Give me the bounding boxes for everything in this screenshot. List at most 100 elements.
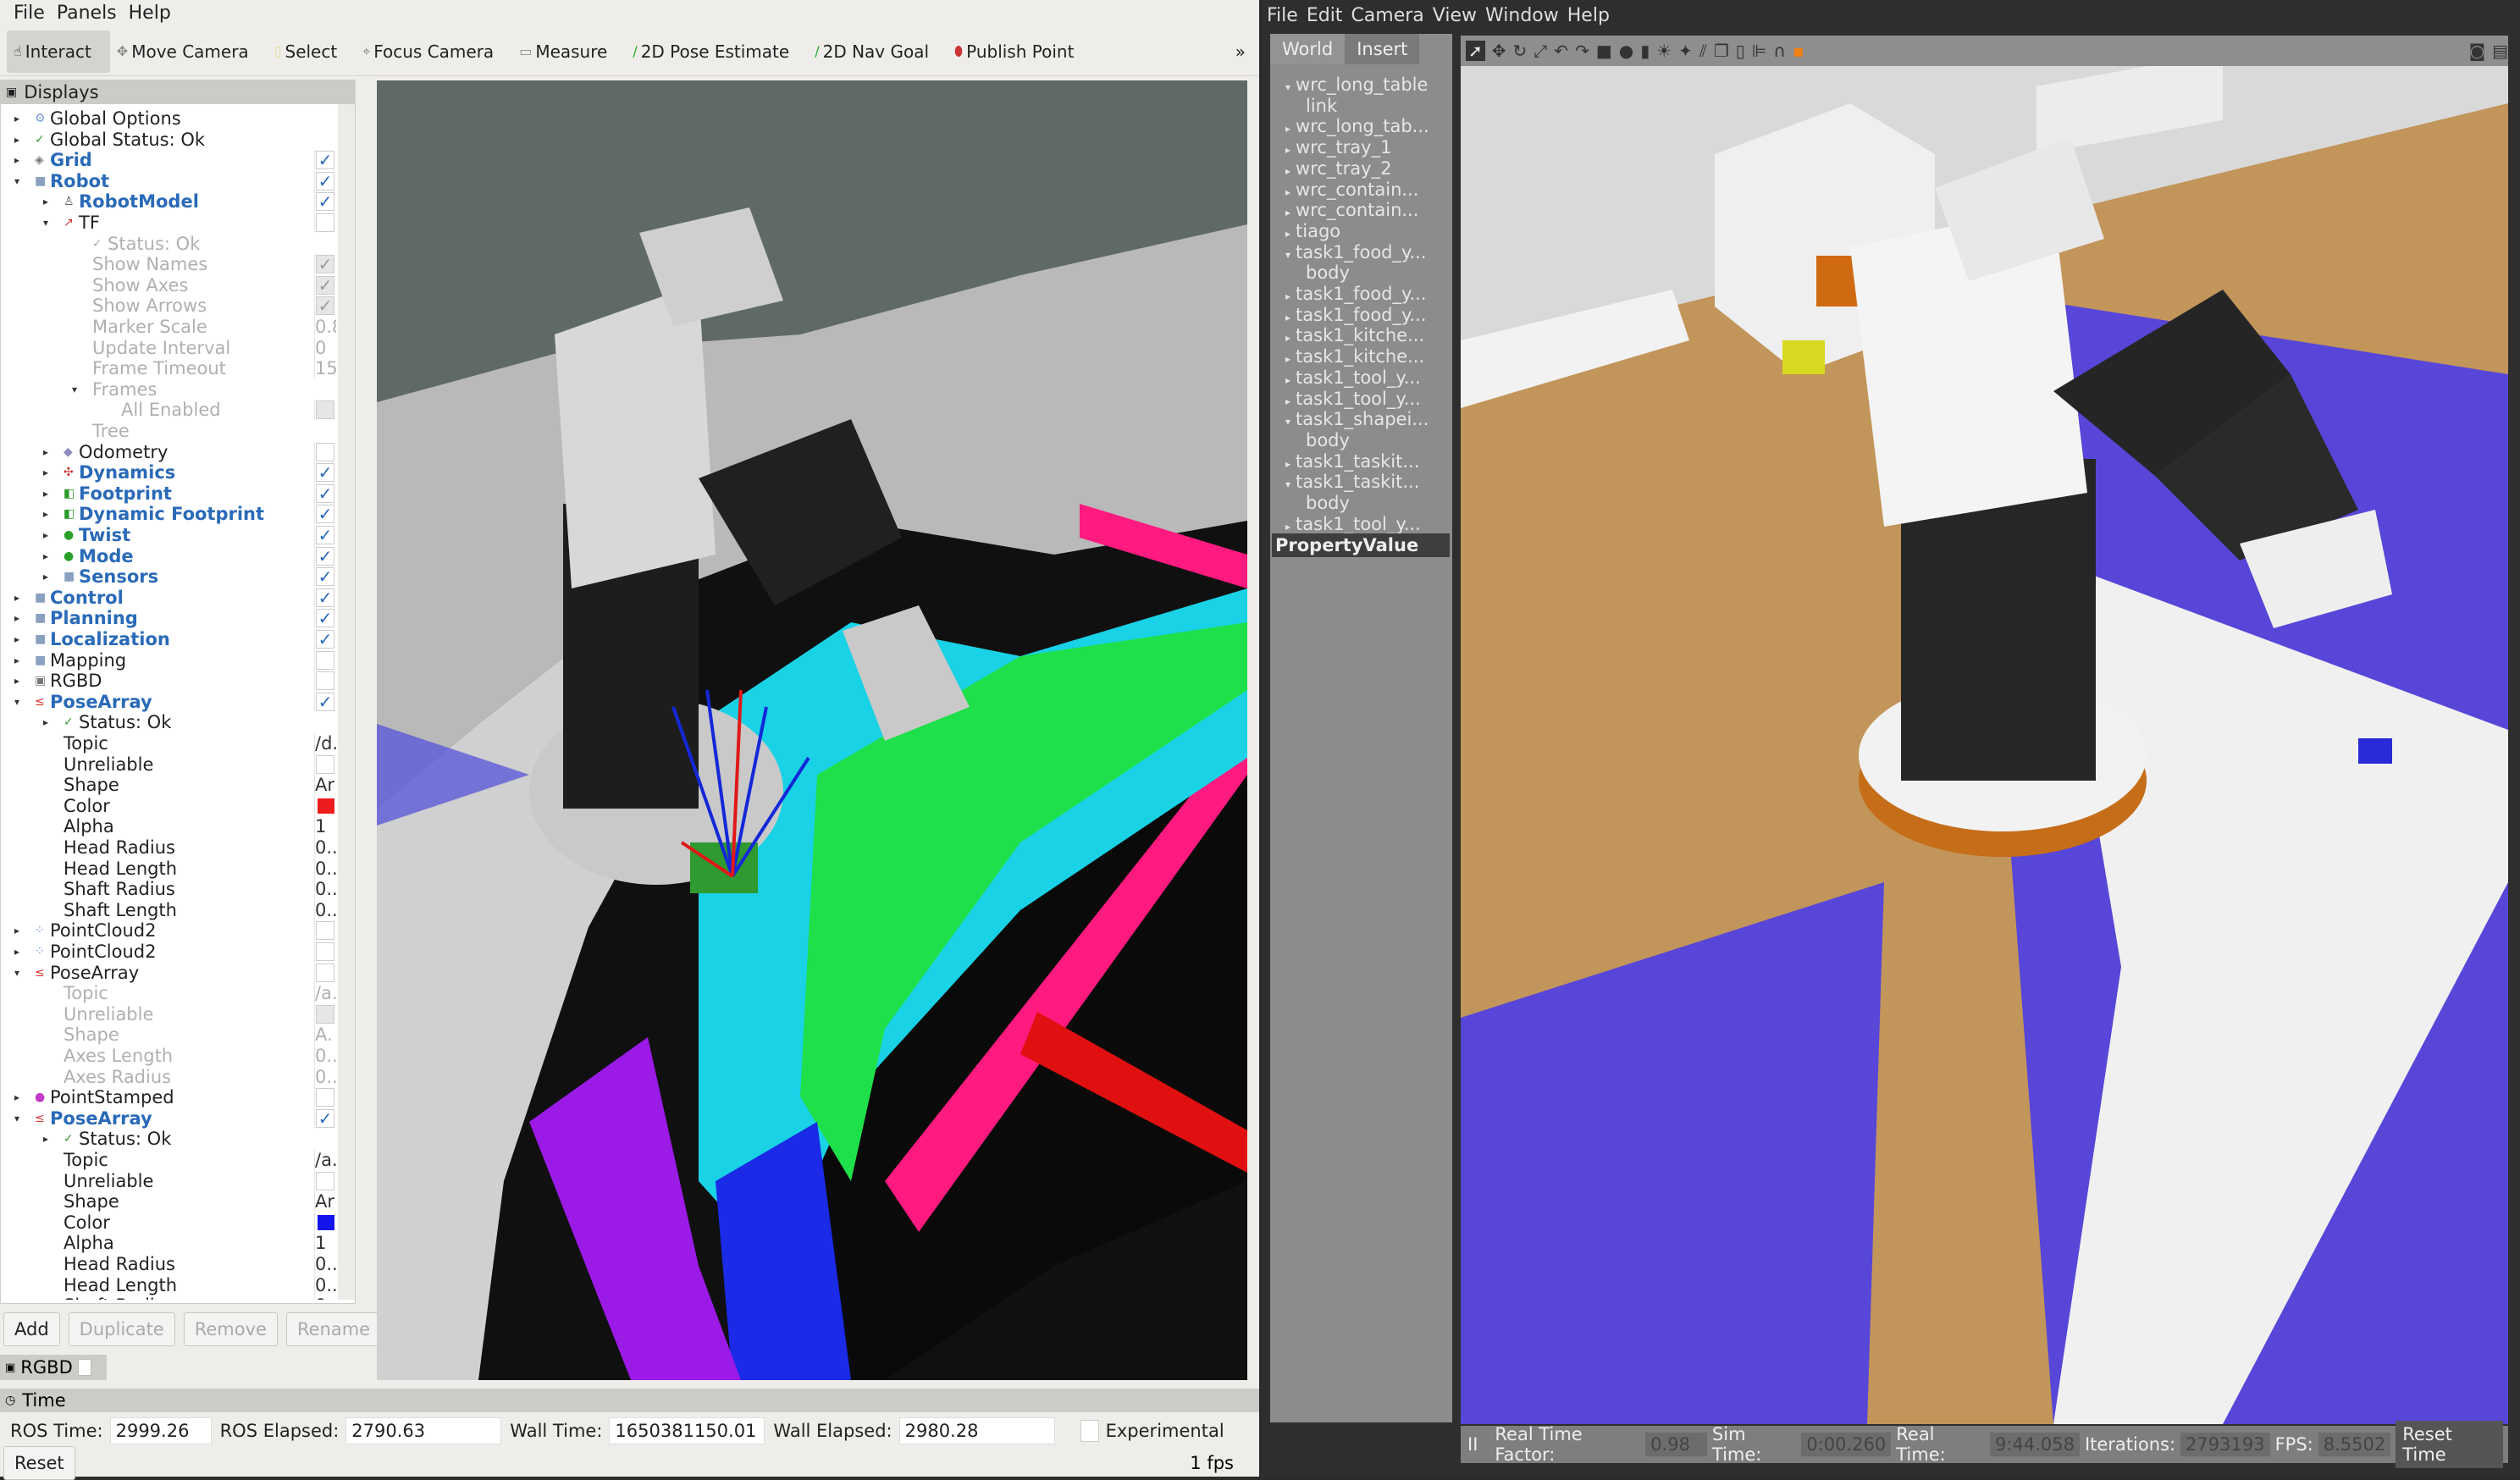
display-checkbox[interactable]: ✓ <box>314 274 336 295</box>
menu-help[interactable]: Help <box>129 3 171 24</box>
checkbox-empty[interactable] <box>316 1004 334 1024</box>
experimental-checkbox[interactable] <box>1080 1420 1099 1442</box>
cylinder-icon[interactable]: ▮ <box>1640 41 1650 61</box>
expand-right-icon[interactable]: ▸ <box>14 942 19 963</box>
property-value[interactable]: 0.. <box>314 1046 336 1066</box>
gazebo-3d-viewport[interactable] <box>1461 36 2508 1424</box>
display-tree-row[interactable]: Color <box>1 795 336 817</box>
expand-right-icon[interactable]: ▸ <box>1285 207 1290 218</box>
display-checkbox[interactable]: ✓ <box>314 566 336 588</box>
checkmark-icon[interactable]: ✓ <box>316 630 334 649</box>
checkmark-icon[interactable]: ✓ <box>316 192 334 212</box>
expand-right-icon[interactable]: ▸ <box>14 920 19 942</box>
expand-right-icon[interactable]: ▸ <box>43 525 48 546</box>
checkbox-empty[interactable] <box>316 400 334 420</box>
display-tree-row[interactable]: Head Length 0.. <box>1 1274 336 1296</box>
display-checkbox[interactable] <box>314 213 336 233</box>
display-tree-row[interactable]: Axes Length 0.. <box>1 1046 336 1067</box>
menu-help[interactable]: Help <box>1567 5 1610 26</box>
property-value[interactable]: 0.. <box>314 1254 336 1274</box>
display-checkbox[interactable]: ✓ <box>314 545 336 566</box>
tool-2d-nav-goal[interactable]: /2D Nav Goal <box>808 30 948 73</box>
expand-right-icon[interactable]: ▸ <box>43 546 48 567</box>
reset-time-button[interactable]: Reset Time <box>2396 1421 2503 1468</box>
property-value[interactable]: /a. <box>314 983 336 1004</box>
display-checkbox[interactable]: ✓ <box>314 295 336 317</box>
wall-elapsed-field[interactable]: 2980.28 <box>898 1417 1055 1444</box>
property-value[interactable]: 0.. <box>314 837 336 858</box>
world-tree-item[interactable]: ▾ task1_taskit... <box>1285 472 1419 493</box>
display-checkbox[interactable] <box>314 1087 336 1108</box>
rotate-icon[interactable]: ↻ <box>1513 41 1528 61</box>
toolbar-overflow-button[interactable]: » <box>1235 41 1246 62</box>
align-icon[interactable]: ⊫ <box>1752 41 1766 61</box>
display-tree-row[interactable]: Tree <box>1 421 336 442</box>
display-tree-row[interactable]: ▸ ◈ Grid ✓ <box>1 150 336 171</box>
color-swatch[interactable] <box>314 1212 336 1233</box>
expand-right-icon[interactable]: ▸ <box>43 483 48 505</box>
display-checkbox[interactable]: ✓ <box>314 254 336 275</box>
display-tree-row[interactable]: ▸ ♙ RobotModel ✓ <box>1 191 336 213</box>
checkmark-icon[interactable]: ✓ <box>316 692 334 711</box>
world-tree-item[interactable]: body <box>1306 493 1350 514</box>
world-tree-item[interactable]: ▸ tiago <box>1285 221 1340 242</box>
display-tree-row[interactable]: Shape Ar <box>1 1191 336 1212</box>
sphere-icon[interactable]: ● <box>1619 41 1633 61</box>
world-tree-item[interactable]: ▸ task1_tool_y... <box>1285 367 1421 389</box>
property-value[interactable]: 1 <box>314 1233 336 1254</box>
expand-right-icon[interactable]: ▸ <box>43 566 48 588</box>
add-button[interactable]: Add <box>3 1312 60 1346</box>
sun-light-icon[interactable]: ☀ <box>1656 41 1672 61</box>
checkbox-empty[interactable] <box>316 942 334 961</box>
menu-file[interactable]: File <box>14 3 45 24</box>
expand-down-icon[interactable]: ▾ <box>14 692 19 713</box>
checkmark-icon[interactable]: ✓ <box>316 171 334 191</box>
display-checkbox[interactable] <box>314 942 336 962</box>
display-checkbox[interactable]: ✓ <box>314 629 336 649</box>
display-tree-row[interactable]: ▸ ⁘ PointCloud2 <box>1 942 336 963</box>
display-tree-row[interactable]: Unreliable <box>1 1170 336 1192</box>
checkmark-icon[interactable]: ✓ <box>316 505 334 524</box>
snap-icon[interactable]: ∩ <box>1773 41 1786 61</box>
expand-right-icon[interactable]: ▸ <box>14 671 19 692</box>
screenshot-icon[interactable]: ◙ <box>2469 41 2485 61</box>
display-tree-row[interactable]: Topic/a. <box>1 983 336 1004</box>
menu-panels[interactable]: Panels <box>57 3 117 24</box>
display-tree-row[interactable]: Head Radius 0.. <box>1 1254 336 1275</box>
expand-right-icon[interactable]: ▸ <box>1285 332 1290 344</box>
property-value[interactable]: 0 <box>314 337 336 358</box>
orange-view-icon[interactable]: ▪ <box>1793 41 1804 61</box>
expand-right-icon[interactable]: ▸ <box>1285 186 1290 198</box>
expand-right-icon[interactable]: ▸ <box>1285 521 1290 533</box>
display-tree-row[interactable]: ▸ ■ Sensors ✓ <box>1 566 336 588</box>
world-tree-item[interactable]: ▸ task1_taskit... <box>1285 451 1419 472</box>
checkbox-empty[interactable] <box>316 1171 334 1190</box>
display-tree-row[interactable]: Alpha 1 <box>1 1233 336 1254</box>
tab-world[interactable]: World <box>1270 34 1346 64</box>
menu-camera[interactable]: Camera <box>1351 5 1423 26</box>
property-value[interactable]: 0.. <box>314 1295 336 1300</box>
select-arrow-icon[interactable]: ➚ <box>1466 41 1485 61</box>
expand-right-icon[interactable]: ▸ <box>14 108 19 130</box>
expand-down-icon[interactable]: ▾ <box>14 963 19 984</box>
color-swatch[interactable] <box>314 795 336 816</box>
display-tree-row[interactable]: Show Axes ✓ <box>1 274 336 296</box>
checkbox-empty[interactable] <box>316 213 334 232</box>
display-checkbox[interactable] <box>314 649 336 671</box>
display-checkbox[interactable]: ✓ <box>314 504 336 525</box>
expand-right-icon[interactable]: ▸ <box>43 504 48 525</box>
wall-time-field[interactable]: 1650381150.01 <box>609 1417 765 1444</box>
expand-right-icon[interactable]: ▸ <box>14 150 19 171</box>
property-value[interactable]: 1 <box>314 816 336 837</box>
expand-down-icon[interactable]: ▾ <box>14 1108 19 1129</box>
tool-interact[interactable]: ☝ Interact <box>7 30 110 73</box>
display-checkbox[interactable] <box>314 671 336 692</box>
world-tree-item[interactable]: ▸ task1_food_y... <box>1285 305 1426 326</box>
property-value[interactable]: A. <box>314 1024 336 1046</box>
display-tree-row[interactable]: Unreliable <box>1 1003 336 1025</box>
world-tree-item[interactable]: ▾ wrc_long_table <box>1285 75 1428 96</box>
world-tree-item[interactable]: ▸ wrc_tray_2 <box>1285 158 1391 179</box>
property-value[interactable]: /d. <box>314 733 336 754</box>
display-tree-row[interactable]: Topic/a. <box>1 1150 336 1171</box>
expand-right-icon[interactable]: ▸ <box>43 712 48 733</box>
